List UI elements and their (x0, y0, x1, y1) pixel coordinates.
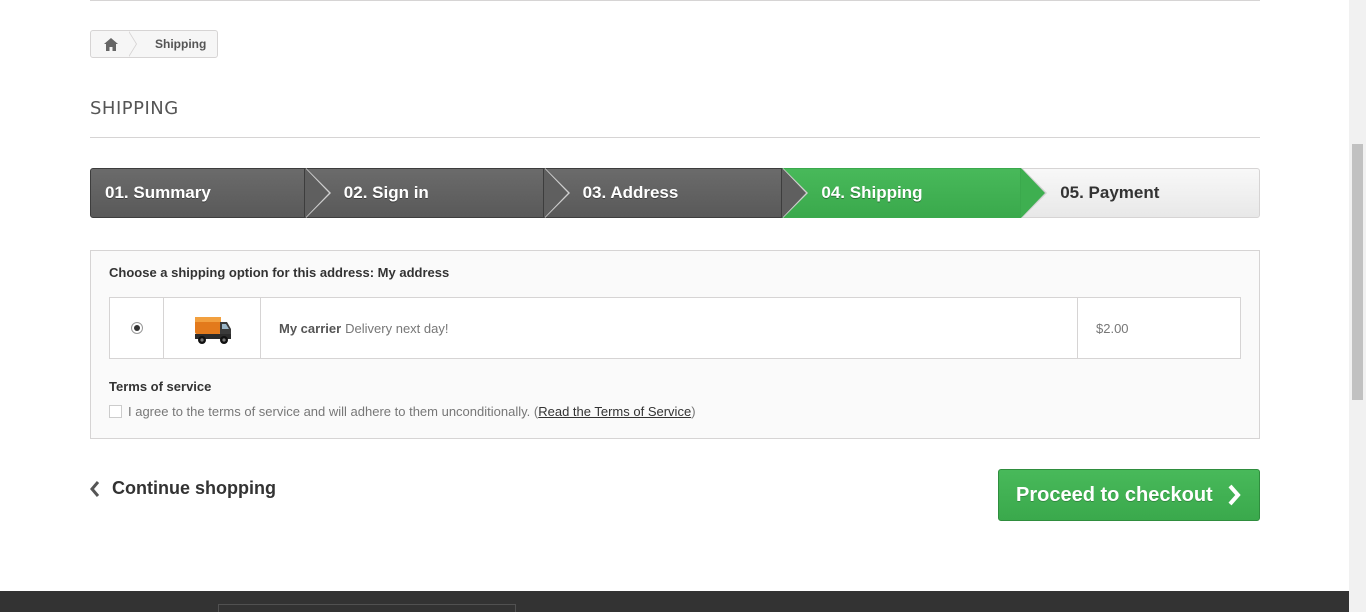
step-summary-label: 01. Summary (105, 183, 211, 202)
carrier-option-row[interactable]: My carrier Delivery next day! $2.00 (109, 297, 1241, 359)
step-shipping-label: 04. Shipping (821, 183, 923, 202)
carrier-delay: Delivery next day! (345, 320, 449, 336)
breadcrumb: Shipping (90, 30, 218, 58)
scrollbar-thumb[interactable] (1352, 144, 1363, 400)
checkout-label: Proceed to checkout (1016, 483, 1213, 506)
chevron-left-icon (90, 480, 100, 497)
shipping-options-panel: Choose a shipping option for this addres… (90, 250, 1260, 439)
terms-link-close: ) (691, 404, 696, 419)
scrollbar[interactable] (1349, 0, 1366, 612)
step-address[interactable]: 03. Address (543, 168, 809, 218)
terms-agree-text: I agree to the terms of service and will… (128, 404, 531, 419)
home-icon (104, 37, 118, 51)
step-summary[interactable]: 01. Summary (90, 168, 331, 218)
proceed-to-checkout-button[interactable]: Proceed to checkout (998, 469, 1260, 521)
terms-agreement: I agree to the terms of service and will… (109, 404, 696, 419)
step-sign-in-label: 02. Sign in (343, 183, 429, 202)
truck-icon (195, 317, 231, 344)
step-payment: 05. Payment (1021, 168, 1260, 218)
top-divider (90, 0, 1260, 1)
terms-link[interactable]: Read the Terms of Service (538, 404, 691, 419)
chevron-right-icon (1227, 484, 1241, 506)
step-shipping: 04. Shipping (782, 168, 1048, 218)
carrier-description: My carrier Delivery next day! (261, 298, 1078, 358)
footer-newsletter-block (218, 604, 516, 612)
continue-shopping-link[interactable]: Continue shopping (90, 478, 276, 499)
continue-shopping-label: Continue shopping (112, 478, 276, 498)
shipping-address-label: Choose a shipping option for this addres… (109, 265, 450, 280)
page-title: SHIPPING (90, 98, 179, 119)
terms-title: Terms of service (109, 379, 212, 394)
checkout-steps: 01. Summary 02. Sign in 03. Address 04. … (90, 168, 1260, 220)
step-payment-label: 05. Payment (1060, 183, 1160, 202)
carrier-price: $2.00 (1096, 320, 1129, 336)
step-address-label: 03. Address (582, 183, 679, 202)
carrier-name: My carrier (279, 320, 342, 336)
heading-divider (90, 137, 1260, 138)
breadcrumb-home-link[interactable] (91, 31, 137, 57)
breadcrumb-separator (128, 31, 137, 57)
footer (0, 591, 1349, 612)
carrier-logo-cell (164, 298, 261, 358)
carrier-radio-cell (110, 298, 164, 358)
terms-checkbox[interactable] (109, 405, 122, 418)
step-sign-in[interactable]: 02. Sign in (304, 168, 570, 218)
carrier-radio[interactable] (130, 322, 143, 334)
breadcrumb-current: Shipping (155, 37, 207, 51)
